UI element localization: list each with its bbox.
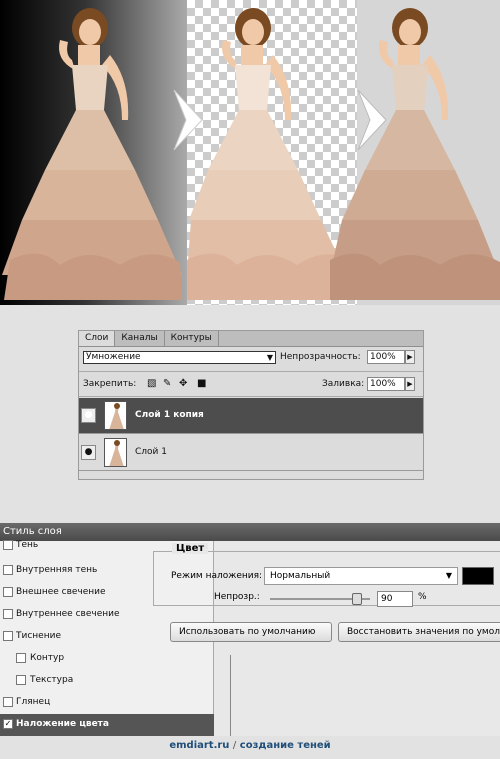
blend-mode-dropdown[interactable]: Нормальный ▼ <box>264 567 458 585</box>
topic-text: создание теней <box>239 740 331 751</box>
lock-brush-icon[interactable]: ✎ <box>163 378 171 389</box>
eye-icon[interactable]: ● <box>81 445 96 460</box>
fill-arrow-icon[interactable]: ▶ <box>405 377 415 391</box>
effect-item-color-overlay[interactable]: ✓ Наложение цвета <box>0 714 214 736</box>
arrow-right-icon <box>357 90 387 150</box>
chevron-down-icon: ▼ <box>445 571 452 580</box>
layer-thumbnail <box>104 401 127 430</box>
color-swatch[interactable] <box>462 567 494 585</box>
footer-caption: emdiart.ru / создание теней <box>0 740 500 751</box>
use-default-button[interactable]: Использовать по умолчанию <box>170 622 332 642</box>
checkbox[interactable] <box>3 587 13 597</box>
separator: / <box>232 740 237 751</box>
checkbox[interactable] <box>16 675 26 685</box>
fill-label: Заливка: <box>322 379 365 389</box>
effect-item-texture[interactable]: Текстура <box>0 670 214 692</box>
checkbox[interactable] <box>3 565 13 575</box>
blend-mode-label: Режим наложения: <box>171 571 263 581</box>
lock-all-icon[interactable]: ■ <box>197 378 206 389</box>
checkbox[interactable] <box>3 631 13 641</box>
layer-thumbnail <box>104 438 127 467</box>
divider <box>230 655 231 736</box>
color-group-title: Цвет <box>172 543 209 554</box>
woman-figure-original <box>2 8 182 300</box>
illustration-strip <box>0 0 500 305</box>
checkbox[interactable] <box>3 609 13 619</box>
arrow-right-icon <box>173 90 203 150</box>
opacity-label: Непрозрачность: <box>280 352 361 362</box>
layer-row[interactable]: ● Слой 1 <box>79 435 423 471</box>
divider <box>79 396 423 397</box>
layer-row-selected[interactable]: ● Слой 1 копия <box>79 398 423 434</box>
layer-name: Слой 1 копия <box>135 410 204 420</box>
fill-input[interactable]: 100% <box>367 377 405 391</box>
layer-style-dialog: Стиль слоя Тень Внутренняя тень Внешнее … <box>0 523 500 736</box>
opacity-label: Непрозр.: <box>214 592 260 602</box>
checkbox[interactable] <box>16 653 26 663</box>
lock-label: Закрепить: <box>83 379 137 389</box>
opacity-input[interactable]: 90 <box>377 591 413 607</box>
opacity-arrow-icon[interactable]: ▶ <box>405 350 415 364</box>
percent-label: % <box>418 592 427 602</box>
restore-default-button[interactable]: Восстановить значения по умол <box>338 622 500 642</box>
tab-layers[interactable]: Слои <box>79 331 116 346</box>
lock-row: Закрепить: ▧ ✎ ✥ ■ Заливка: 100% ▶ <box>79 376 423 394</box>
blend-mode-value: Нормальный <box>270 571 331 581</box>
opacity-slider-handle[interactable] <box>352 593 362 605</box>
checkbox[interactable] <box>3 697 13 707</box>
chevron-down-icon: ▼ <box>266 353 273 362</box>
blend-row: Умножение ▼ Непрозрачность: 100% ▶ <box>79 348 423 370</box>
blend-mode-value: Умножение <box>86 352 141 362</box>
effect-item-contour[interactable]: Контур <box>0 648 214 670</box>
tab-paths[interactable]: Контуры <box>165 331 219 346</box>
checkbox[interactable] <box>3 540 13 550</box>
site-link[interactable]: emdiart.ru <box>169 740 229 751</box>
lock-move-icon[interactable]: ✥ <box>179 378 187 389</box>
eye-icon[interactable]: ● <box>81 408 96 423</box>
divider <box>79 371 423 372</box>
layers-tabs: Слои Каналы Контуры <box>79 331 423 347</box>
checkbox-checked[interactable]: ✓ <box>3 719 13 729</box>
opacity-input[interactable]: 100% <box>367 350 405 364</box>
blend-mode-select[interactable]: Умножение ▼ <box>83 351 276 364</box>
tab-channels[interactable]: Каналы <box>115 331 165 346</box>
effect-item-satin[interactable]: Глянец <box>0 692 214 714</box>
woman-figure-shadowed <box>330 8 500 300</box>
layers-panel: Слои Каналы Контуры Умножение ▼ Непрозра… <box>78 330 424 480</box>
layer-name: Слой 1 <box>135 447 167 457</box>
lock-transparency-icon[interactable]: ▧ <box>147 378 156 389</box>
